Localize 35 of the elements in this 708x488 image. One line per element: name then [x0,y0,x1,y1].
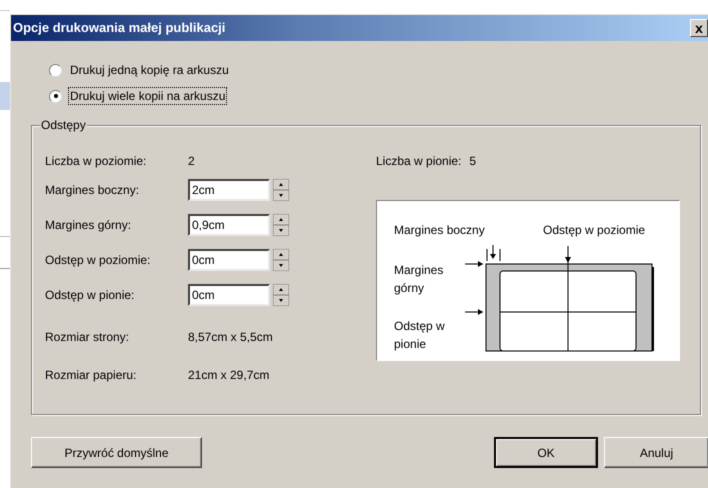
diagram-label: Odstęp w poziomie [543,222,646,239]
field-label: Odstęp w pionie: [45,287,136,304]
field-label: Margines górny: [45,217,132,234]
group-title: Odstępy [40,118,87,132]
radio-button[interactable] [49,90,62,102]
size-value: 21cm x 29,7cm [188,367,270,384]
input-field[interactable]: 2cm [188,179,270,201]
window-title: Opcje drukowania małej publikacji [13,19,226,38]
spinner-icon[interactable] [273,179,289,201]
input-field[interactable]: 0cm [188,249,270,271]
diagram-label: Odstęp w pionie [394,318,445,353]
field-label: Rozmiar papieru: [45,367,138,384]
restore-defaults-button[interactable]: Przywróć domyślne [31,437,202,468]
radio-button[interactable] [49,64,62,76]
field-label: Liczba w pionie: [376,153,462,170]
ok-button[interactable]: OK [494,437,598,468]
size-value: 8,57cm x 5,5cm [188,329,273,346]
spinner-icon[interactable] [273,284,289,306]
input-field[interactable]: 0,9cm [188,214,270,236]
field-label: Rozmiar strony: [45,329,130,346]
field-label: Odstęp w poziomie: [45,252,152,269]
spinner-icon[interactable] [273,249,289,271]
background-window-highlight [0,82,10,110]
radio-label[interactable]: Drukuj jedną kopię ra arkuszu [68,61,231,79]
diagram-label: Margines górny [394,262,444,297]
count-value: 5 [469,153,476,170]
cancel-button[interactable]: Anuluj [604,437,708,468]
spinner-icon[interactable] [273,214,289,236]
count-value: 2 [188,153,195,170]
diagram-label: Margines boczny [394,222,485,239]
radio-label[interactable]: Drukuj wiele kopii na arkuszu [68,87,228,105]
field-label: Margines boczny: [45,182,140,199]
close-button[interactable]: x [690,19,708,37]
input-field[interactable]: 0cm [188,284,270,306]
field-label: Liczba w poziomie: [45,153,148,170]
